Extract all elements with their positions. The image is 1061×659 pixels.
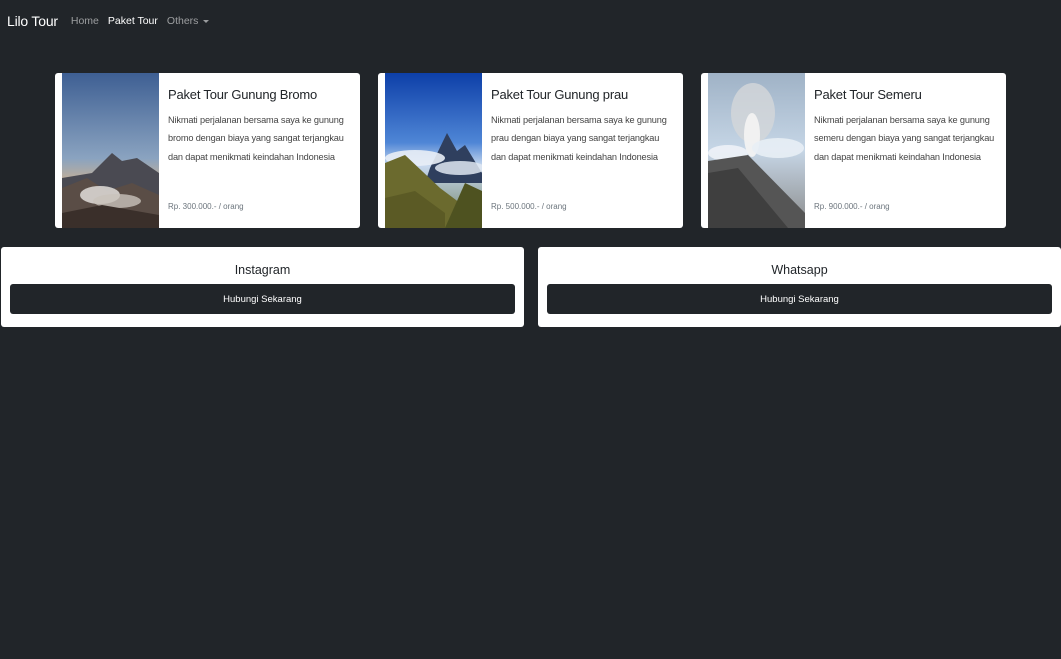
card-description: Nikmati perjalanan bersama saya ke gunun… [168, 115, 344, 162]
brand-logo[interactable]: Lilo Tour [7, 13, 58, 29]
card-price: Rp. 500.000.- / orang [491, 202, 567, 211]
card-body: Paket Tour Gunung Bromo Nikmati perjalan… [168, 87, 353, 166]
instagram-contact-button[interactable]: Hubungi Sekarang [10, 284, 515, 314]
semeru-image [708, 73, 805, 228]
card-price: Rp. 300.000.- / orang [168, 202, 244, 211]
caret-down-icon [203, 20, 210, 23]
contact-title: Instagram [234, 263, 291, 277]
navbar: Lilo Tour Home Paket Tour Others [0, 0, 1061, 42]
contact-card-instagram: Instagram Hubungi Sekarang [1, 247, 524, 327]
contact-card-whatsapp: Whatsapp Hubungi Sekarang [538, 247, 1061, 327]
card-title: Paket Tour Semeru [814, 87, 922, 102]
card-title: Paket Tour Gunung Bromo [168, 87, 318, 102]
whatsapp-contact-button[interactable]: Hubungi Sekarang [547, 284, 1052, 314]
nav-link-paket-tour[interactable]: Paket Tour [108, 15, 158, 27]
tour-card-prau: Paket Tour Gunung prau Nikmati perjalana… [378, 73, 683, 228]
contact-title: Whatsapp [771, 263, 828, 277]
card-title: Paket Tour Gunung prau [491, 87, 629, 102]
prau-image [385, 73, 482, 228]
card-description: Nikmati perjalanan bersama saya ke gunun… [814, 115, 995, 162]
bromo-image [62, 73, 159, 228]
nav-link-home[interactable]: Home [71, 15, 99, 27]
tour-card-semeru: Paket Tour Semeru Nikmati perjalanan ber… [701, 73, 1006, 228]
tour-card-bromo: Paket Tour Gunung Bromo Nikmati perjalan… [55, 73, 360, 228]
nav-dropdown-label: Others [166, 15, 199, 27]
card-body: Paket Tour Semeru Nikmati perjalanan ber… [814, 87, 999, 166]
card-price: Rp. 900.000.- / orang [814, 202, 890, 211]
nav-dropdown-others[interactable]: Others [167, 15, 210, 27]
card-description: Nikmati perjalanan bersama saya ke gunun… [491, 115, 667, 162]
card-body: Paket Tour Gunung prau Nikmati perjalana… [491, 87, 676, 166]
